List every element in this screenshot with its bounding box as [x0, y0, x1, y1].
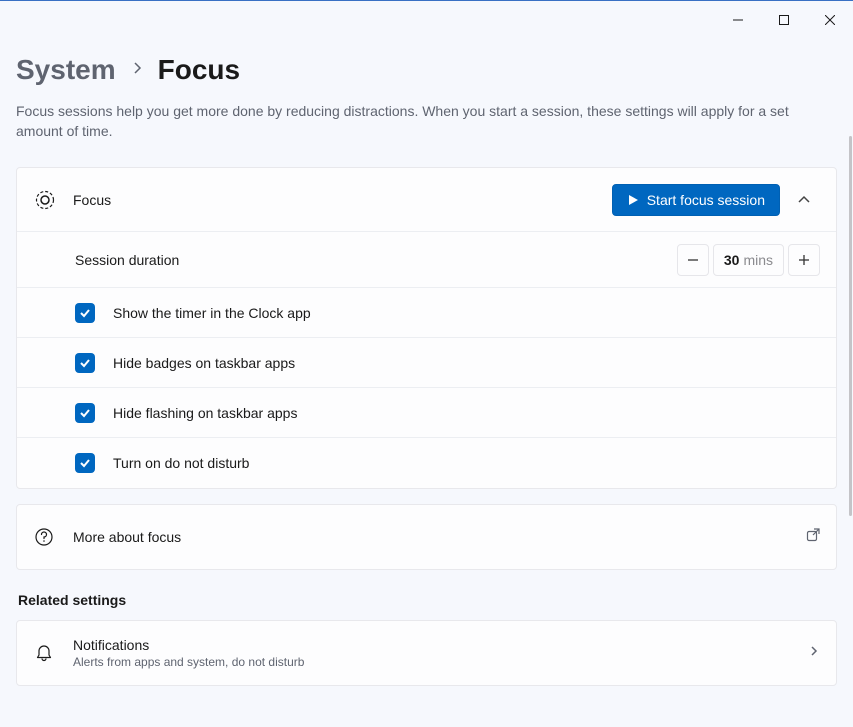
- close-button[interactable]: [807, 5, 853, 35]
- check-icon: [79, 407, 91, 419]
- option-label: Hide badges on taskbar apps: [113, 355, 820, 371]
- check-icon: [79, 457, 91, 469]
- external-link-icon: [806, 528, 820, 547]
- minus-icon: [687, 254, 699, 266]
- checkbox-do-not-disturb[interactable]: [75, 453, 95, 473]
- bell-icon: [35, 644, 73, 662]
- focus-title: Focus: [73, 192, 612, 208]
- chevron-right-icon: [808, 644, 820, 662]
- more-about-focus-card[interactable]: More about focus: [16, 504, 837, 570]
- increase-duration-button[interactable]: [788, 244, 820, 276]
- minimize-button[interactable]: [715, 5, 761, 35]
- session-duration-label: Session duration: [75, 252, 677, 268]
- option-label: Turn on do not disturb: [113, 455, 820, 471]
- scrollbar-thumb[interactable]: [849, 136, 852, 516]
- option-row-do-not-disturb[interactable]: Turn on do not disturb: [17, 438, 836, 488]
- check-icon: [79, 307, 91, 319]
- maximize-icon: [779, 15, 789, 25]
- option-row-hide-badges[interactable]: Hide badges on taskbar apps: [17, 338, 836, 388]
- plus-icon: [798, 254, 810, 266]
- option-row-show-timer[interactable]: Show the timer in the Clock app: [17, 288, 836, 338]
- notifications-subtitle: Alerts from apps and system, do not dist…: [73, 655, 808, 669]
- minimize-icon: [733, 15, 743, 25]
- checkbox-hide-badges[interactable]: [75, 353, 95, 373]
- decrease-duration-button[interactable]: [677, 244, 709, 276]
- play-icon: [627, 194, 639, 206]
- focus-icon: [35, 190, 73, 210]
- help-icon: [35, 528, 73, 546]
- start-focus-label: Start focus session: [647, 192, 765, 208]
- maximize-button[interactable]: [761, 5, 807, 35]
- checkbox-show-timer[interactable]: [75, 303, 95, 323]
- collapse-button[interactable]: [788, 184, 820, 216]
- session-duration-row: Session duration 30 mins: [17, 232, 836, 288]
- start-focus-button[interactable]: Start focus session: [612, 184, 780, 216]
- option-label: Show the timer in the Clock app: [113, 305, 820, 321]
- duration-unit: mins: [743, 252, 773, 268]
- breadcrumb-parent[interactable]: System: [16, 54, 116, 86]
- notifications-title: Notifications: [73, 637, 808, 653]
- more-about-focus-label: More about focus: [73, 529, 806, 545]
- checkbox-hide-flashing[interactable]: [75, 403, 95, 423]
- chevron-right-icon: [132, 61, 142, 79]
- titlebar: [0, 0, 853, 36]
- option-label: Hide flashing on taskbar apps: [113, 405, 820, 421]
- related-settings-heading: Related settings: [18, 592, 837, 608]
- duration-display[interactable]: 30 mins: [713, 244, 784, 276]
- focus-card: Focus Start focus session Session durati…: [16, 167, 837, 489]
- scrollbar[interactable]: [847, 36, 853, 727]
- close-icon: [825, 15, 835, 25]
- focus-header-row: Focus Start focus session: [17, 168, 836, 232]
- breadcrumb-current: Focus: [158, 54, 240, 86]
- option-row-hide-flashing[interactable]: Hide flashing on taskbar apps: [17, 388, 836, 438]
- notifications-card[interactable]: Notifications Alerts from apps and syste…: [16, 620, 837, 686]
- duration-value: 30: [724, 252, 740, 268]
- page-description: Focus sessions help you get more done by…: [16, 102, 806, 141]
- breadcrumb: System Focus: [16, 54, 837, 86]
- check-icon: [79, 357, 91, 369]
- chevron-up-icon: [797, 193, 811, 207]
